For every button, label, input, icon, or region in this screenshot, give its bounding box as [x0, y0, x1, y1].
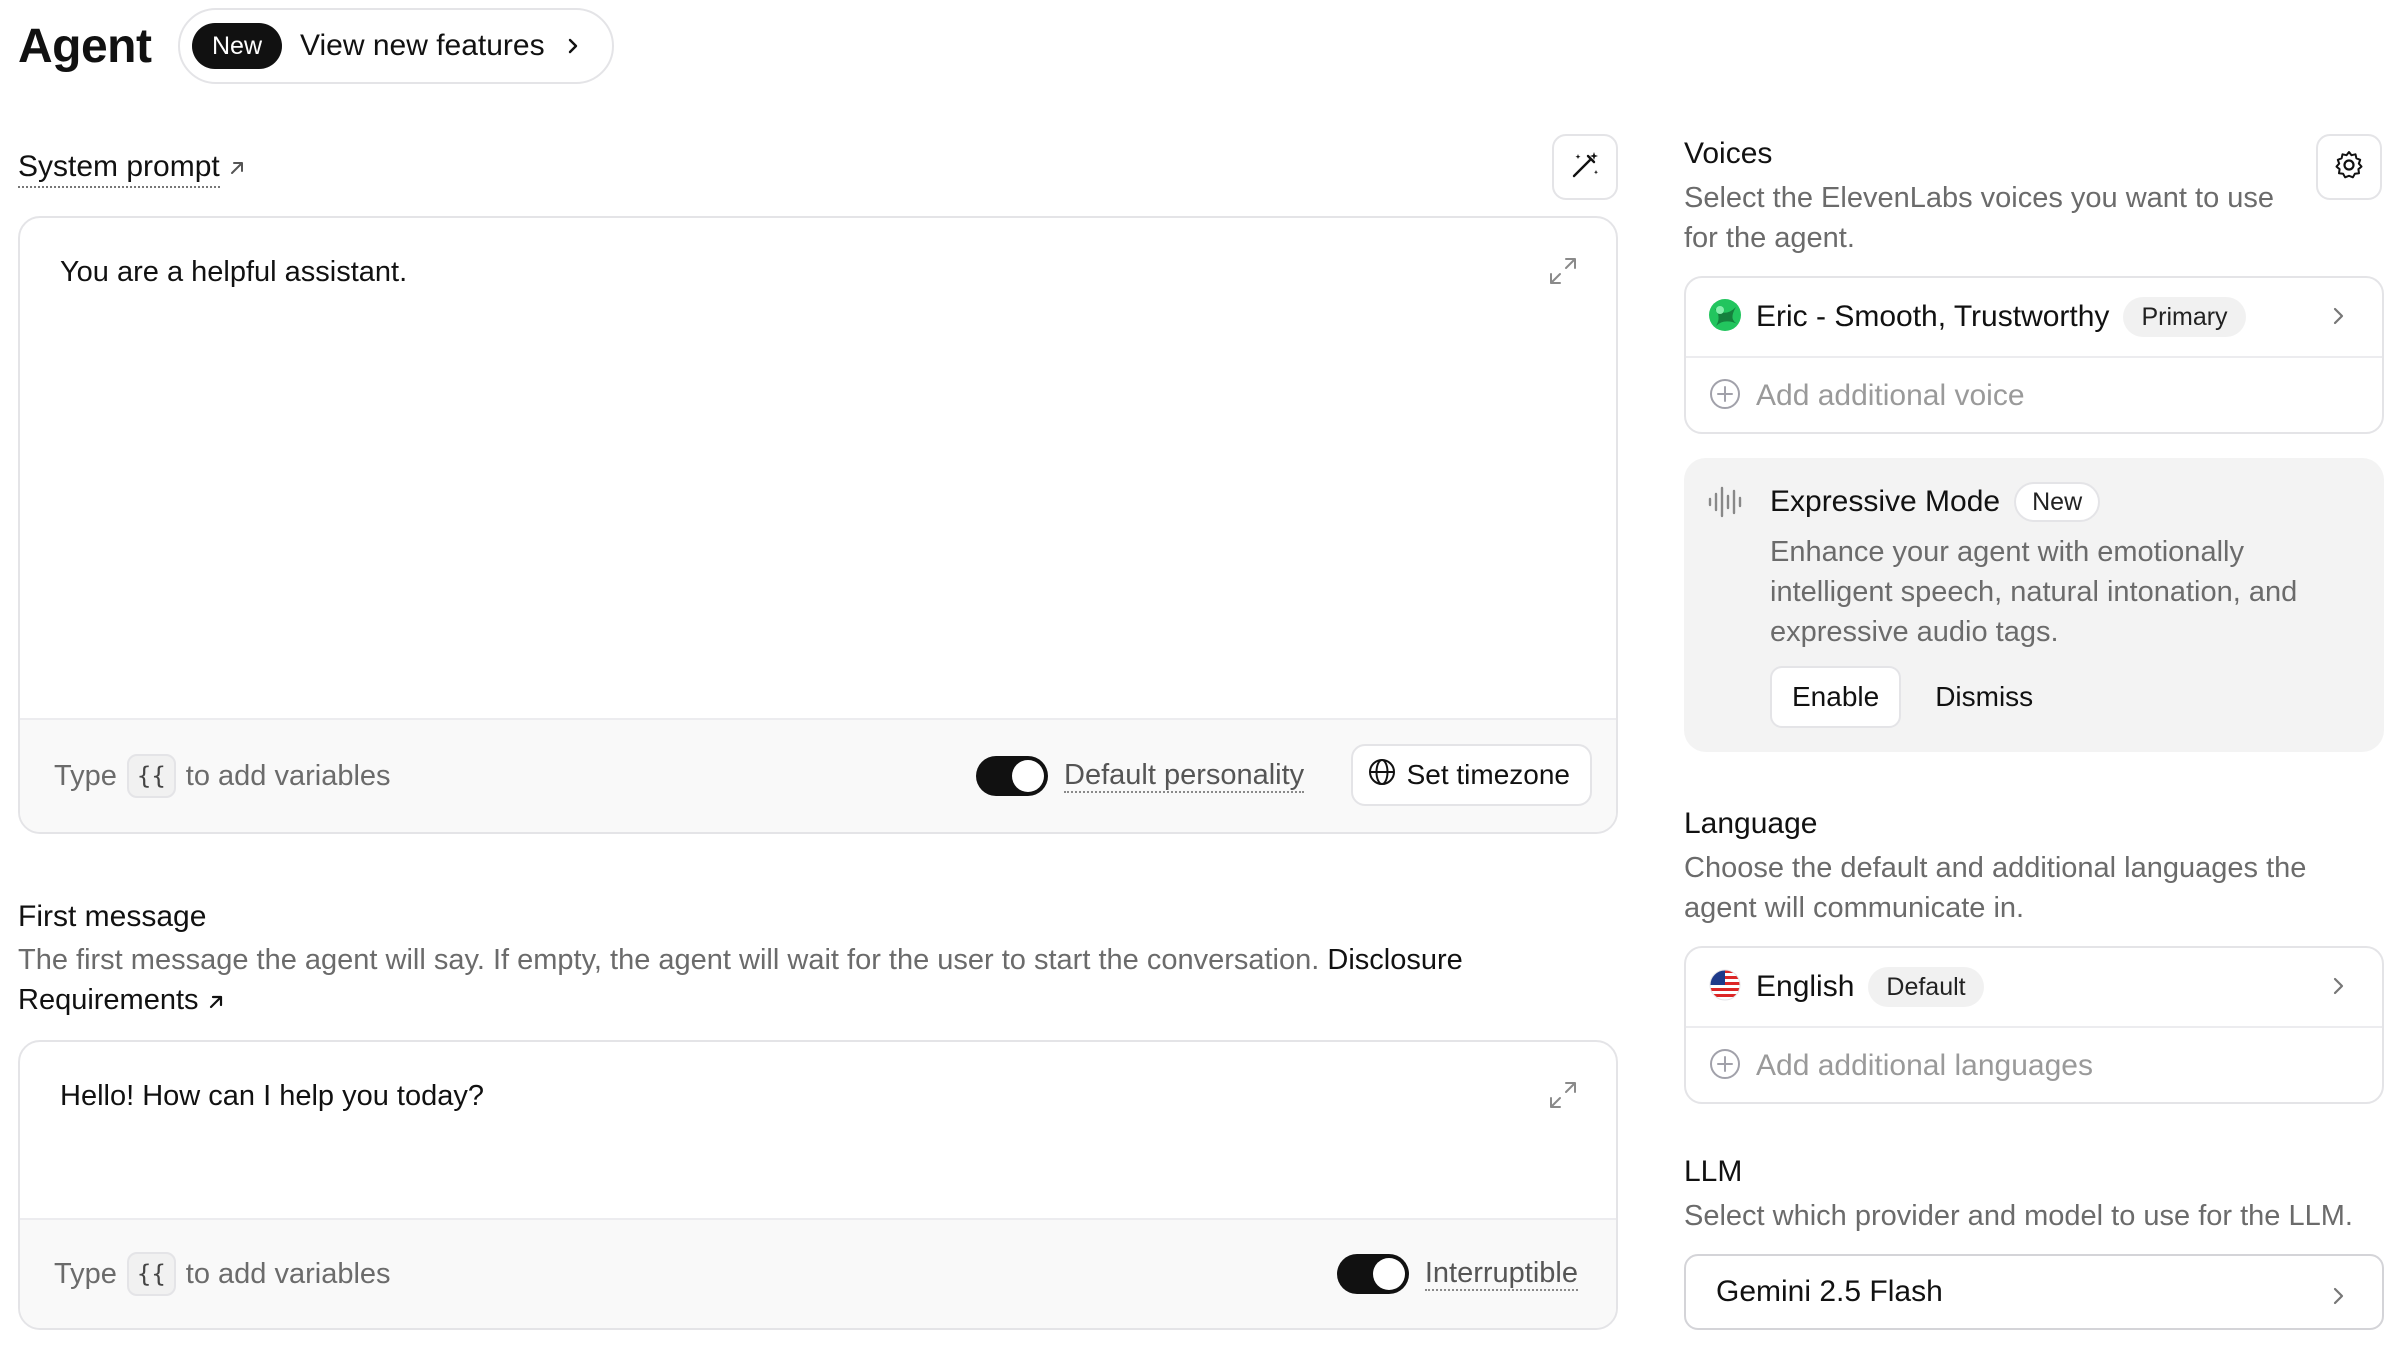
view-new-features-label: View new features — [300, 29, 545, 62]
chevron-right-icon — [2328, 304, 2348, 333]
external-link-icon — [228, 159, 246, 177]
default-language-row[interactable]: English Default — [1686, 948, 2382, 1026]
voices-list: Eric - Smooth, Trustworthy Primary Add a… — [1684, 276, 2384, 434]
default-badge: Default — [1868, 967, 1984, 1007]
interruptible-label: Interruptible — [1424, 1257, 1578, 1291]
set-timezone-button[interactable]: Set timezone — [1350, 744, 1592, 806]
add-voice-label: Add additional voice — [1756, 379, 2025, 412]
external-link-icon — [209, 995, 222, 1009]
view-new-features-button[interactable]: New View new features — [178, 8, 614, 84]
variables-hint: Type {{ to add variables — [54, 754, 391, 798]
interruptible-toggle[interactable] — [1336, 1254, 1409, 1294]
primary-voice-row[interactable]: Eric - Smooth, Trustworthy Primary — [1686, 278, 2382, 356]
voices-title: Voices — [1684, 137, 1773, 170]
expressive-mode-description: Enhance your agent with emotionally inte… — [1770, 536, 2298, 648]
primary-voice-name: Eric - Smooth, Trustworthy — [1756, 300, 2110, 333]
expressive-mode-card: Expressive Mode New Enhance your agent w… — [1684, 458, 2384, 752]
expressive-mode-title: Expressive Mode — [1770, 485, 2001, 518]
system-prompt-input[interactable]: You are a helpful assistant. — [60, 252, 1520, 292]
plus-circle-icon — [1708, 377, 1742, 416]
voice-avatar-icon — [1708, 298, 1742, 337]
gear-icon — [2333, 149, 2365, 186]
globe-icon — [1367, 757, 1407, 794]
expand-icon[interactable] — [1548, 256, 1578, 291]
default-language-name: English — [1756, 970, 1855, 1003]
plus-circle-icon — [1708, 1047, 1742, 1086]
new-badge: New — [192, 23, 283, 69]
variable-key-hint: {{ — [126, 754, 176, 798]
languages-list: English Default Add additional languages — [1684, 946, 2384, 1104]
voices-description: Select the ElevenLabs voices you want to… — [1684, 182, 2275, 254]
system-prompt-card: You are a helpful assistant. Type {{ to … — [18, 216, 1618, 834]
expand-icon[interactable] — [1548, 1080, 1578, 1115]
chevron-right-icon — [2328, 974, 2348, 1003]
first-message-input[interactable]: Hello! How can I help you today? — [60, 1076, 1520, 1116]
llm-description: Select which provider and model to use f… — [1684, 1200, 2353, 1232]
system-prompt-label[interactable]: System prompt — [18, 148, 246, 188]
llm-select[interactable]: Gemini 2.5 Flash — [1684, 1254, 2384, 1330]
language-description: Choose the default and additional langua… — [1684, 852, 2307, 924]
add-language-label: Add additional languages — [1756, 1049, 2093, 1082]
default-personality-toggle[interactable] — [976, 756, 1048, 796]
voice-settings-button[interactable] — [2316, 134, 2382, 200]
chevron-right-icon — [563, 36, 583, 56]
enable-button[interactable]: Enable — [1770, 666, 1902, 728]
default-personality-label: Default personality — [1064, 759, 1305, 793]
magic-wand-icon — [1569, 149, 1601, 186]
chevron-right-icon — [2328, 1282, 2348, 1316]
dismiss-button[interactable]: Dismiss — [1917, 666, 2051, 728]
us-flag-icon — [1708, 968, 1742, 1007]
llm-selected-model: Gemini 2.5 Flash — [1716, 1275, 1943, 1308]
waveform-icon — [1706, 482, 1746, 527]
new-badge: New — [2014, 482, 2101, 522]
language-title: Language — [1684, 807, 1818, 840]
add-language-row[interactable]: Add additional languages — [1686, 1026, 2382, 1102]
variables-hint: Type {{ to add variables — [54, 1252, 391, 1296]
page-title: Agent — [18, 20, 152, 73]
add-voice-row[interactable]: Add additional voice — [1686, 356, 2382, 432]
primary-badge: Primary — [2123, 297, 2246, 337]
magic-wand-button[interactable] — [1552, 134, 1618, 200]
variable-key-hint: {{ — [126, 1252, 176, 1296]
first-message-card: Hello! How can I help you today? Type {{… — [18, 1040, 1618, 1330]
llm-title: LLM — [1684, 1155, 1743, 1188]
first-message-description: The first message the agent will say. If… — [18, 944, 1463, 1016]
first-message-label: First message — [18, 900, 207, 933]
